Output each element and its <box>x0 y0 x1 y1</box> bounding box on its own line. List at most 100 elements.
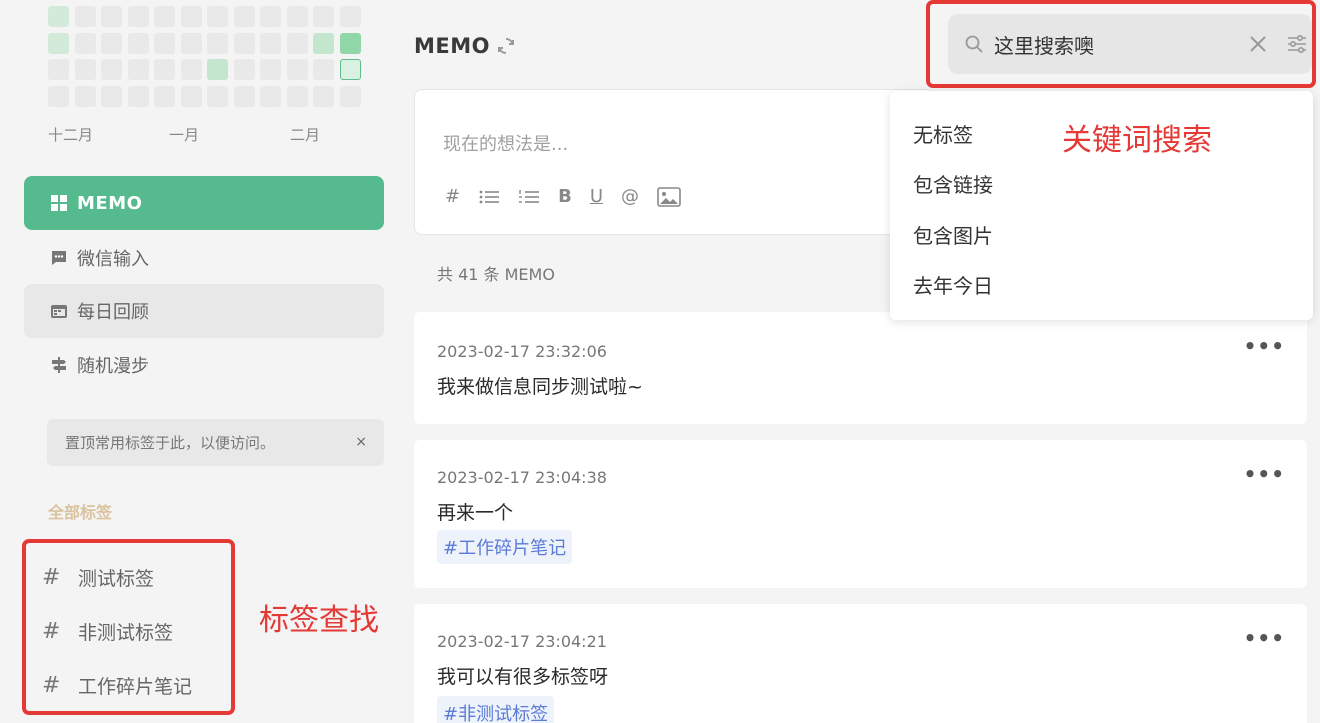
heatmap-cell[interactable] <box>154 59 175 80</box>
heatmap-cell[interactable] <box>154 85 175 107</box>
heatmap-cell[interactable] <box>180 6 202 27</box>
heatmap-cell[interactable] <box>233 85 255 107</box>
memo-time: 2023-02-17 23:04:38 <box>437 468 607 487</box>
heatmap-cell[interactable] <box>127 32 149 54</box>
heatmap-cell[interactable] <box>260 85 281 107</box>
heatmap-cell[interactable] <box>180 32 202 54</box>
heatmap-cell[interactable] <box>48 6 69 27</box>
more-options-icon[interactable]: ••• <box>1244 626 1285 650</box>
heatmap-cell[interactable] <box>207 32 228 54</box>
editor-placeholder: 现在的想法是... <box>443 134 569 155</box>
heatmap-cell[interactable] <box>101 6 122 27</box>
heatmap-cell[interactable] <box>286 32 308 54</box>
filter-option-no-tag[interactable]: 无标签 <box>913 119 973 148</box>
more-options-icon[interactable]: ••• <box>1244 462 1285 486</box>
heatmap-cell[interactable] <box>74 85 96 107</box>
heatmap-cell[interactable] <box>233 32 255 54</box>
memo-time: 2023-02-17 23:32:06 <box>437 342 607 361</box>
hashtag-tool[interactable]: # <box>445 186 460 207</box>
all-tags-title: 全部标签 <box>48 503 113 522</box>
nav-item-random-walk[interactable]: 随机漫步 <box>24 338 384 392</box>
heatmap-cell[interactable] <box>48 59 69 80</box>
heatmap-cell[interactable] <box>101 32 122 54</box>
pinned-tags-tip: 置顶常用标签于此，以便访问。 × <box>47 419 384 466</box>
heatmap-cell[interactable] <box>48 85 69 107</box>
heatmap-cell[interactable] <box>154 6 175 27</box>
month-label-jan: 一月 <box>169 126 200 144</box>
heatmap-cell[interactable] <box>154 32 175 54</box>
nav-item-memo[interactable]: MEMO <box>24 176 384 230</box>
heatmap-cell[interactable] <box>180 59 202 80</box>
memo-text: 我来做信息同步测试啦~ <box>437 376 643 398</box>
heatmap-cell[interactable] <box>260 32 281 54</box>
signpost-icon <box>50 356 68 374</box>
heatmap-cell[interactable] <box>180 85 202 107</box>
bullet-list-icon[interactable] <box>478 188 500 206</box>
pin-tip-text: 置顶常用标签于此，以便访问。 <box>65 434 276 452</box>
heatmap-cell[interactable] <box>313 85 334 107</box>
heatmap-cell[interactable] <box>313 32 334 54</box>
memo-tag[interactable]: #工作碎片笔记 <box>437 530 573 564</box>
underline-tool[interactable]: U <box>590 186 603 207</box>
heatmap-cell[interactable] <box>207 59 228 80</box>
memo-card: 2023-02-17 23:04:21 我可以有很多标签呀 #非测试标签 ••• <box>414 604 1307 723</box>
memo-text: 我可以有很多标签呀 <box>437 666 609 688</box>
heatmap-cell[interactable] <box>207 6 228 27</box>
filter-option-has-image[interactable]: 包含图片 <box>913 220 993 249</box>
mention-tool[interactable]: @ <box>621 186 639 207</box>
tag-search-highlight-box <box>22 539 235 715</box>
heatmap-cell[interactable] <box>101 59 122 80</box>
nav-item-label: 随机漫步 <box>77 356 149 377</box>
calendar-icon <box>50 302 68 320</box>
more-options-icon[interactable]: ••• <box>1244 334 1285 358</box>
memo-editor[interactable]: 现在的想法是... # B U @ <box>414 89 934 235</box>
month-label-feb: 二月 <box>290 126 321 144</box>
memo-time: 2023-02-17 23:04:21 <box>437 632 607 651</box>
memo-text: 再来一个 <box>437 502 514 524</box>
heatmap-cell[interactable] <box>260 59 281 80</box>
nav-item-wechat-input[interactable]: 微信输入 <box>24 231 384 285</box>
heatmap-cell[interactable] <box>286 85 308 107</box>
tag-search-annotation: 标签查找 <box>259 603 379 638</box>
heatmap-cell[interactable] <box>286 59 308 80</box>
keyword-search-annotation: 关键词搜索 <box>1062 123 1212 158</box>
nav-item-label: 微信输入 <box>77 249 149 270</box>
memo-tag[interactable]: #非测试标签 <box>437 696 555 723</box>
heatmap-cell[interactable] <box>313 59 334 80</box>
editor-toolbar: # B U @ <box>445 186 699 207</box>
heatmap-cell[interactable] <box>233 6 255 27</box>
filter-option-last-year-today[interactable]: 去年今日 <box>913 270 993 299</box>
heatmap-cell[interactable] <box>233 59 255 80</box>
close-icon[interactable]: × <box>355 434 367 450</box>
month-label-dec: 十二月 <box>48 126 94 144</box>
heatmap-cell[interactable] <box>74 6 96 27</box>
bold-tool[interactable]: B <box>558 186 572 207</box>
heatmap-cell[interactable] <box>101 85 122 107</box>
image-icon[interactable] <box>657 186 681 207</box>
nav-item-label: 每日回顾 <box>77 302 149 323</box>
heatmap-cell[interactable] <box>339 59 361 80</box>
heatmap-cell[interactable] <box>48 32 69 54</box>
heatmap-cell[interactable] <box>339 6 361 27</box>
heatmap-cell[interactable] <box>74 32 96 54</box>
heatmap-cell[interactable] <box>313 6 334 27</box>
memo-card: 2023-02-17 23:04:38 再来一个 #工作碎片笔记 ••• <box>414 440 1307 588</box>
nav-item-daily-review[interactable]: 每日回顾 <box>24 284 384 338</box>
heatmap-cell[interactable] <box>286 6 308 27</box>
numbered-list-icon[interactable] <box>518 188 540 206</box>
heatmap-cell[interactable] <box>207 85 228 107</box>
page-title-text: MEMO <box>414 34 490 58</box>
search-filter-dropdown: 无标签 包含链接 包含图片 去年今日 关键词搜索 <box>890 91 1313 320</box>
heatmap-cell[interactable] <box>339 32 361 54</box>
heatmap-cell[interactable] <box>74 59 96 80</box>
heatmap-cell[interactable] <box>127 85 149 107</box>
grid-icon <box>50 194 68 212</box>
filter-option-has-link[interactable]: 包含链接 <box>913 169 993 198</box>
heatmap-cell[interactable] <box>339 85 361 107</box>
heatmap-cell[interactable] <box>127 59 149 80</box>
memo-card: 2023-02-17 23:32:06 我来做信息同步测试啦~ ••• <box>414 312 1307 424</box>
page-title: MEMO <box>414 34 516 58</box>
heatmap-cell[interactable] <box>260 6 281 27</box>
heatmap-cell[interactable] <box>127 6 149 27</box>
sync-icon[interactable] <box>496 36 516 56</box>
